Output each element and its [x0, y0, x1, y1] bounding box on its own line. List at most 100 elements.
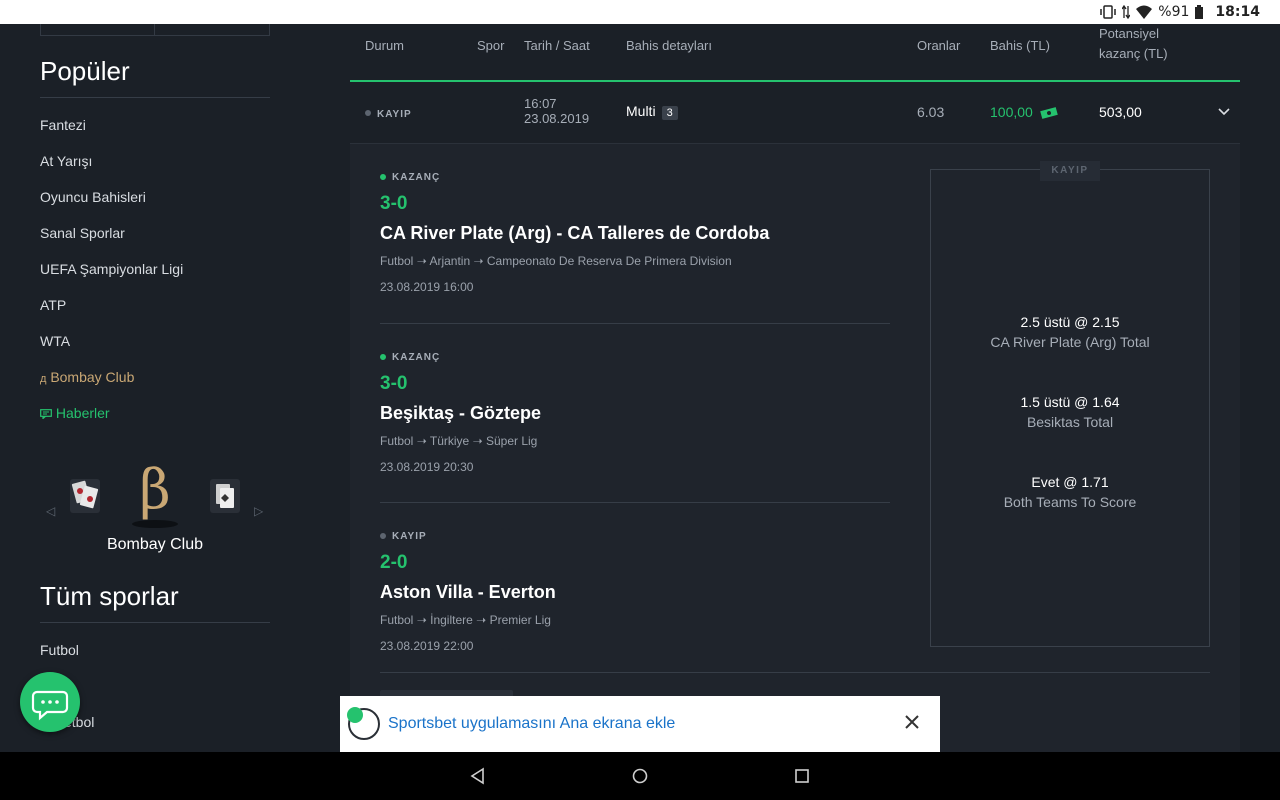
sidebar: Popüler Fantezi At Yarışı Oyuncu Bahisle… [0, 24, 330, 752]
leg-date: 23.08.2019 16:00 [380, 280, 474, 294]
leg-breadcrumb: Futbol ➝ Türkiye ➝ Süper Lig [380, 434, 538, 448]
bombay-logo[interactable]: β [130, 460, 180, 520]
recents-icon[interactable] [792, 766, 812, 786]
home-icon[interactable] [630, 766, 650, 786]
bet-detail-panel: KAZANÇ 3-0 CA River Plate (Arg) - CA Tal… [350, 144, 1240, 752]
casino-carousel: ◁ β ▷ Bombay Club [40, 454, 270, 564]
divider [40, 97, 270, 98]
selection-market: CA River Plate (Arg) Total [990, 334, 1150, 350]
sidebar-item-at-yarisi[interactable]: At Yarışı [40, 153, 92, 169]
live-chat-button[interactable] [20, 672, 80, 732]
header-odds: Oranlar [917, 38, 961, 53]
leg-score: 3-0 [380, 373, 408, 394]
bet-slip-card: KAYIP 2.5 üstü @ 2.15 CA River Plate (Ar… [930, 161, 1210, 647]
carousel-prev-icon[interactable]: ◁ [46, 504, 55, 518]
arrow-right-icon: ➝ [473, 254, 484, 268]
leg-status: KAZANÇ [392, 352, 441, 363]
sidebar-item-haberler[interactable]: Haberler [40, 405, 110, 421]
popular-title: Popüler [40, 56, 130, 86]
bet-leg: KAZANÇ 3-0 CA River Plate (Arg) - CA Tal… [380, 172, 890, 294]
selection-market: Both Teams To Score [1003, 494, 1137, 510]
sidebar-item-bombay-club[interactable]: д Bombay Club [40, 369, 134, 385]
leg-score: 3-0 [380, 193, 408, 214]
bet-stake: 100,00 [990, 104, 1058, 120]
bet-odds: 6.03 [917, 104, 945, 120]
carousel-next-icon[interactable]: ▷ [254, 504, 263, 518]
sidebar-item-sanal-sporlar[interactable]: Sanal Sporlar [40, 225, 125, 241]
news-icon [40, 409, 52, 420]
sidebar-item-atp[interactable]: ATP [40, 297, 66, 313]
leg-title[interactable]: Beşiktaş - Göztepe [380, 403, 890, 424]
bet-datetime: 16:07 23.08.2019 [524, 96, 590, 126]
slip-selection: Evet @ 1.71 Both Teams To Score [931, 474, 1209, 510]
close-icon[interactable] [900, 710, 924, 734]
bet-history: Durum Spor Tarih / Saat Bahis detayları … [350, 24, 1240, 752]
leg-score: 2-0 [380, 552, 408, 573]
card-image[interactable] [70, 479, 100, 513]
sidebar-item-wta[interactable]: WTA [40, 333, 70, 349]
arrow-right-icon: ➝ [472, 434, 483, 448]
arrow-right-icon: ➝ [416, 434, 427, 448]
header-status: Durum [365, 38, 405, 53]
battery-icon [1195, 5, 1204, 19]
leg-breadcrumb: Futbol ➝ İngiltere ➝ Premier Lig [380, 613, 551, 627]
selection-count-badge: 3 [661, 106, 678, 120]
app-icon [347, 707, 380, 740]
card-image[interactable] [210, 479, 240, 513]
bet-type: Multi 3 [626, 103, 678, 120]
arrow-right-icon: ➝ [476, 613, 487, 627]
clock: 18:14 [1215, 4, 1260, 20]
bombay-icon: д [40, 373, 47, 385]
arrow-right-icon: ➝ [416, 254, 427, 268]
header-datetime: Tarih / Saat [524, 38, 590, 53]
status-badge: KAYIP [365, 104, 412, 120]
sidebar-top-tabs[interactable] [40, 24, 270, 36]
header-stake: Bahis (TL) [990, 38, 1050, 53]
leg-title[interactable]: Aston Villa - Everton [380, 582, 890, 603]
slip-status-tag: KAYIP [1040, 161, 1100, 181]
slip-selection: 1.5 üstü @ 1.64 Besiktas Total [931, 394, 1209, 430]
cards-icon [216, 484, 234, 508]
money-icon [1039, 107, 1058, 119]
leg-status: KAYIP [392, 531, 427, 542]
divider [380, 672, 1210, 673]
bet-potential: 503,00 [1099, 104, 1142, 120]
back-icon[interactable] [468, 766, 488, 786]
divider [380, 323, 890, 324]
chevron-down-icon[interactable] [1218, 108, 1230, 116]
divider [40, 622, 270, 623]
leg-date: 23.08.2019 20:30 [380, 460, 474, 474]
cards-icon [71, 480, 99, 509]
sidebar-item-label: Haberler [55, 405, 110, 421]
divider [380, 502, 890, 503]
sidebar-item-fantezi[interactable]: Fantezi [40, 117, 86, 133]
battery-percent: %91 [1158, 4, 1190, 20]
leg-status: KAZANÇ [392, 172, 441, 183]
selection-pick: Evet @ 1.71 [1031, 474, 1109, 490]
arrow-right-icon: ➝ [416, 613, 427, 627]
leg-title[interactable]: CA River Plate (Arg) - CA Talleres de Co… [380, 223, 890, 244]
selection-pick: 1.5 üstü @ 1.64 [1020, 394, 1120, 410]
sidebar-item-futbol[interactable]: Futbol [40, 642, 79, 658]
sidebar-item-oyuncu-bahisleri[interactable]: Oyuncu Bahisleri [40, 189, 146, 205]
sidebar-item-uefa[interactable]: UEFA Şampiyonlar Ligi [40, 261, 183, 277]
add-to-homescreen-banner[interactable]: Sportsbet uygulamasını Ana ekrana ekle [340, 696, 940, 752]
system-nav-bar [0, 752, 1280, 800]
leg-breadcrumb: Futbol ➝ Arjantin ➝ Campeonato De Reserv… [380, 254, 732, 268]
slip-selection: 2.5 üstü @ 2.15 CA River Plate (Arg) Tot… [931, 314, 1209, 350]
header-potential: Potansiyel kazanç (TL) [1099, 26, 1168, 61]
wifi-icon [1136, 5, 1153, 19]
banner-text[interactable]: Sportsbet uygulamasını Ana ekrana ekle [388, 715, 675, 733]
chat-icon [31, 690, 69, 721]
vibrate-icon [1100, 5, 1117, 19]
carousel-label[interactable]: Bombay Club [40, 536, 270, 554]
bet-summary-row[interactable]: KAYIP 16:07 23.08.2019 Multi 3 6.03 100,0… [350, 82, 1240, 144]
all-sports-title: Tüm sporlar [40, 581, 179, 611]
bet-leg: KAZANÇ 3-0 Beşiktaş - Göztepe Futbol ➝ T… [380, 352, 890, 474]
data-arrows-icon [1122, 5, 1131, 19]
leg-date: 23.08.2019 22:00 [380, 639, 474, 653]
sidebar-item-label: Bombay Club [50, 369, 135, 385]
selection-pick: 2.5 üstü @ 2.15 [1020, 314, 1120, 330]
selection-market: Besiktas Total [1026, 414, 1114, 430]
bet-leg: KAYIP 2-0 Aston Villa - Everton Futbol ➝… [380, 531, 890, 653]
